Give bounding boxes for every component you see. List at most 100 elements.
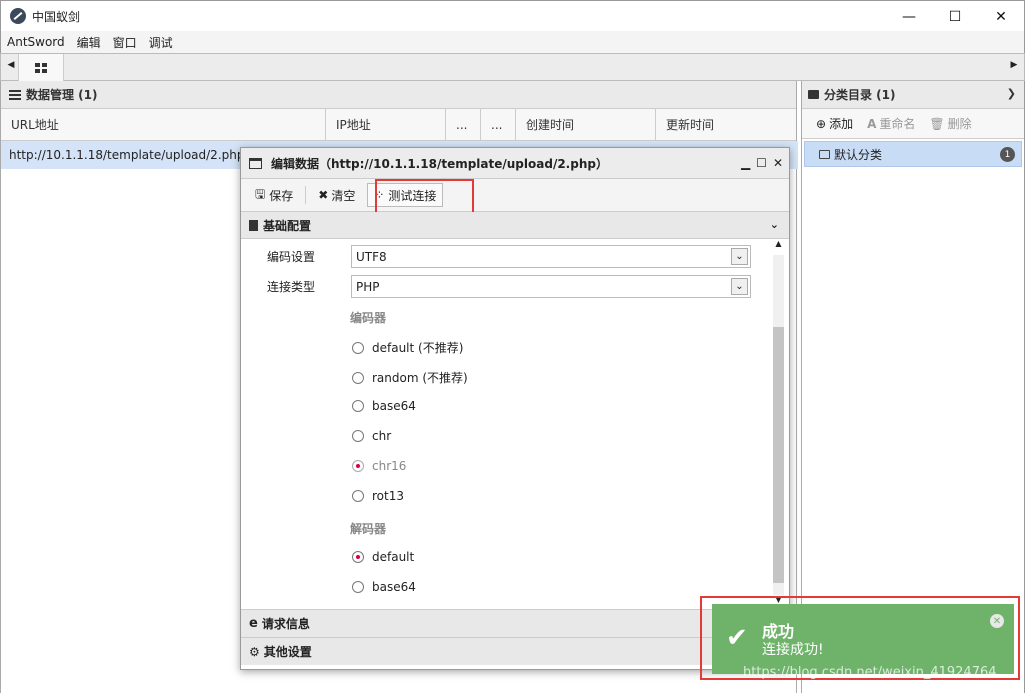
encoding-row: 编码设置 UTF8 ⌄ <box>267 245 751 268</box>
column-updated[interactable]: 更新时间 <box>656 109 796 140</box>
success-toast: ✔ 成功 连接成功! ✕ <box>712 604 1014 674</box>
radio-encoder-base64[interactable]: base64 <box>352 399 416 413</box>
data-grid-header: URL地址 IP地址 ... ... 创建时间 更新时间 <box>1 109 796 141</box>
conn-type-value: PHP <box>356 279 380 294</box>
tab-strip: ◀ ▶ <box>0 53 1025 81</box>
form-scrollbar[interactable]: ▲ ▼ <box>772 239 785 609</box>
scroll-up-icon[interactable]: ▲ <box>772 239 785 248</box>
tab-scroll-right-icon[interactable]: ▶ <box>1007 60 1021 70</box>
tab-home[interactable] <box>18 54 64 81</box>
radio-icon <box>352 371 364 384</box>
menu-debug[interactable]: 调试 <box>149 34 173 51</box>
basic-config-title: 基础配置 <box>263 218 312 233</box>
dialog-minimize-icon[interactable]: ▁ <box>741 156 750 170</box>
radio-encoder-rot13[interactable]: rot13 <box>352 489 404 503</box>
column-more-1[interactable]: ... <box>446 109 481 140</box>
chevron-down-icon: ⌄ <box>769 218 779 231</box>
font-icon: A <box>867 116 877 131</box>
plus-circle-icon: ⊕ <box>816 116 827 131</box>
menu-edit[interactable]: 编辑 <box>77 34 101 51</box>
test-connection-highlight <box>375 179 474 215</box>
add-category-button[interactable]: ⊕ 添加 <box>816 115 853 132</box>
radio-encoder-chr[interactable]: chr <box>352 429 391 443</box>
conn-type-label: 连接类型 <box>267 280 316 294</box>
encoding-label: 编码设置 <box>267 250 316 264</box>
floppy-icon: 🖫 <box>255 186 266 201</box>
radio-encoder-default[interactable]: default (不推荐) <box>352 339 463 356</box>
radio-label: base64 <box>372 580 416 594</box>
column-url[interactable]: URL地址 <box>1 109 326 140</box>
conn-type-select[interactable]: PHP ⌄ <box>351 275 751 298</box>
encoder-group-label: 编码器 <box>350 311 387 325</box>
document-icon <box>249 219 258 231</box>
save-label: 保存 <box>269 188 294 203</box>
column-created[interactable]: 创建时间 <box>516 109 656 140</box>
window-icon <box>249 157 262 169</box>
radio-icon <box>352 341 364 354</box>
toast-message: 连接成功! <box>762 642 824 658</box>
category-item-label: 默认分类 <box>834 147 883 162</box>
gears-icon: ⚙ <box>249 644 260 659</box>
radio-label: rot13 <box>372 489 404 503</box>
menu-antsword[interactable]: AntSword <box>7 35 65 49</box>
data-panel-title: 数据管理 (1) <box>26 88 98 102</box>
category-item-default[interactable]: 默认分类 1 <box>804 141 1022 167</box>
basic-config-section-header[interactable]: 基础配置 ⌄ <box>241 212 789 239</box>
window-titlebar: 中国蚁剑 — ☐ ✕ <box>0 0 1025 31</box>
x-icon: ✖ <box>318 188 329 202</box>
toast-close-icon[interactable]: ✕ <box>990 614 1004 628</box>
menu-window[interactable]: 窗口 <box>113 34 137 51</box>
category-panel-title: 分类目录 (1) <box>824 88 896 102</box>
radio-encoder-chr16[interactable]: chr16 <box>352 459 406 473</box>
basic-config-form: 编码设置 UTF8 ⌄ 连接类型 PHP ⌄ 编码器 default (不推荐)… <box>241 239 789 609</box>
minimize-button[interactable]: — <box>886 1 932 32</box>
close-button[interactable]: ✕ <box>978 1 1024 32</box>
dialog-toolbar: 🖫 保存 ✖ 清空 ⁘ 测试连接 <box>241 179 789 212</box>
window-controls: — ☐ ✕ <box>886 1 1024 32</box>
delete-category-button[interactable]: 🗑 删除 <box>929 115 971 132</box>
conn-type-row: 连接类型 PHP ⌄ <box>267 275 751 298</box>
radio-label: chr <box>372 429 392 443</box>
collapse-right-icon[interactable]: ❯ <box>1007 87 1016 100</box>
encoding-select[interactable]: UTF8 ⌄ <box>351 245 751 268</box>
encoding-value: UTF8 <box>356 249 387 264</box>
check-icon: ✔ <box>726 623 748 653</box>
maximize-button[interactable]: ☐ <box>932 1 978 32</box>
column-more-2[interactable]: ... <box>481 109 516 140</box>
rename-category-label: 重命名 <box>879 117 916 131</box>
select-chevron-icon: ⌄ <box>731 248 748 265</box>
dialog-close-icon[interactable]: ✕ <box>773 156 783 170</box>
row-url: http://10.1.1.18/template/upload/2.php <box>9 148 245 162</box>
dialog-controls: ▁ ☐ ✕ <box>741 156 783 170</box>
column-ip[interactable]: IP地址 <box>326 109 446 140</box>
rename-category-button[interactable]: A 重命名 <box>867 115 915 132</box>
tab-scroll-left-icon[interactable]: ◀ <box>4 60 18 70</box>
dialog-maximize-icon[interactable]: ☐ <box>756 156 767 170</box>
folder-outline-icon <box>819 149 830 159</box>
menu-bar: AntSword 编辑 窗口 调试 <box>0 31 1025 53</box>
ie-icon: e <box>249 616 258 631</box>
radio-label: default <box>372 550 415 564</box>
radio-icon <box>352 430 364 442</box>
clear-label: 清空 <box>331 188 356 203</box>
save-button[interactable]: 🖫 保存 <box>249 183 299 207</box>
radio-decoder-default[interactable]: default <box>352 550 414 564</box>
category-toolbar: ⊕ 添加 A 重命名 🗑 删除 <box>802 109 1024 139</box>
antsword-logo-icon <box>10 8 26 24</box>
radio-encoder-random[interactable]: random (不推荐) <box>352 369 468 386</box>
grid-icon <box>35 62 47 73</box>
select-chevron-icon: ⌄ <box>731 278 748 295</box>
decoder-group-label: 解码器 <box>350 522 387 536</box>
dialog-titlebar: 编辑数据（http://10.1.1.18/template/upload/2.… <box>241 148 789 179</box>
scroll-thumb[interactable] <box>773 327 784 583</box>
toolbar-divider <box>305 186 307 204</box>
clear-button[interactable]: ✖ 清空 <box>312 183 361 207</box>
other-settings-title: 其他设置 <box>263 645 312 659</box>
add-category-label: 添加 <box>829 117 854 131</box>
list-icon <box>9 89 21 100</box>
edit-data-dialog: 编辑数据（http://10.1.1.18/template/upload/2.… <box>240 147 790 670</box>
data-panel-header: 数据管理 (1) <box>1 81 796 109</box>
radio-label: default (不推荐) <box>372 341 464 355</box>
radio-decoder-base64[interactable]: base64 <box>352 580 416 594</box>
category-panel-header: 分类目录 (1) ❯ <box>802 81 1024 109</box>
